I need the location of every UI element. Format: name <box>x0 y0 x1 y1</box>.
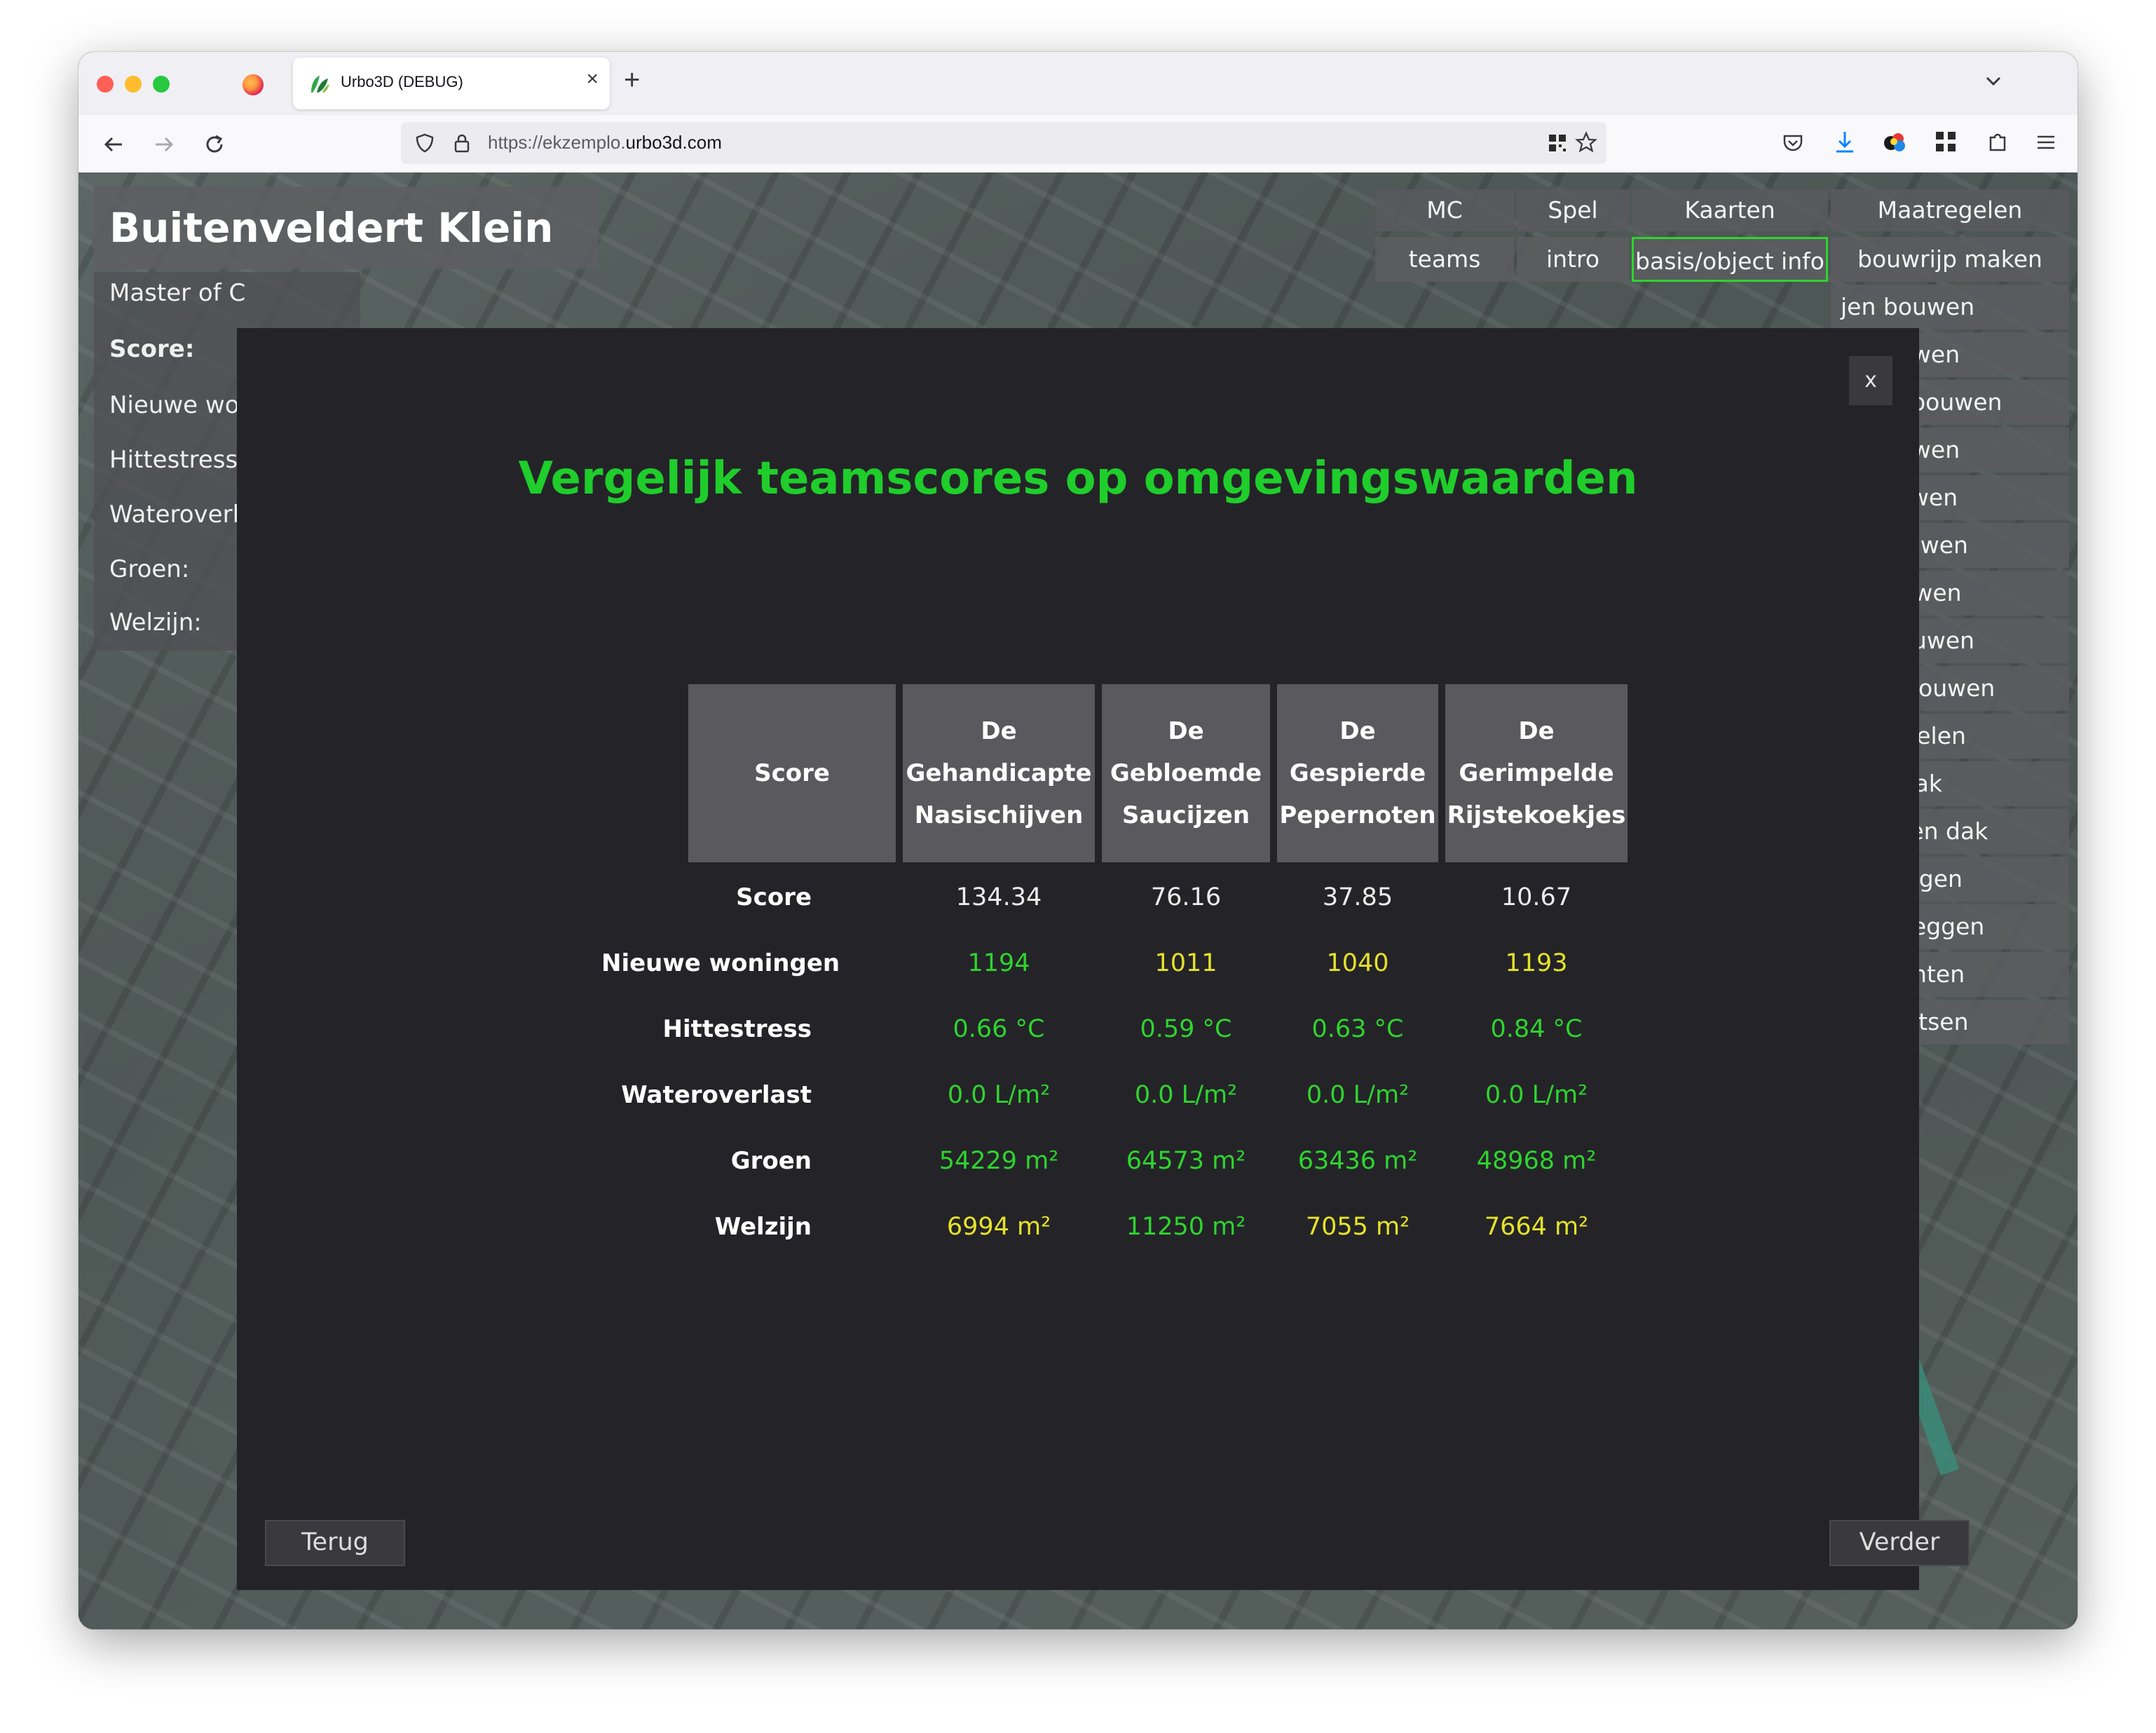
table-cell: 7664 m² <box>1484 1213 1589 1241</box>
table-row-label: Welzijn <box>714 1213 812 1241</box>
menu-item-measure[interactable]: jen bouwen <box>1831 285 2069 329</box>
table-row-label: Groen <box>730 1147 812 1175</box>
bookmark-star-icon[interactable] <box>1574 130 1598 154</box>
close-window-button[interactable] <box>97 76 114 93</box>
menu-item-bouwrijp-maken[interactable]: bouwrijp maken <box>1831 237 2069 282</box>
extensions-puzzle-icon[interactable] <box>1985 129 2010 154</box>
next-button[interactable]: Verder <box>1829 1520 1970 1566</box>
qr-grid-icon[interactable] <box>1546 132 1569 154</box>
table-cell: 11250 m² <box>1126 1213 1246 1241</box>
table-row-label: Score <box>736 883 812 911</box>
lock-icon[interactable] <box>451 132 472 154</box>
menu-item-teams[interactable]: teams <box>1375 237 1514 282</box>
panel-item-groen: Groen: <box>109 555 190 583</box>
table-cell: 1194 <box>967 949 1030 977</box>
chevron-down-icon[interactable] <box>1979 67 2007 95</box>
dialog-title: Vergelijk teamscores op omgevingswaarden <box>518 453 1638 505</box>
table-header-team-3: De Gespierde Pepernoten <box>1277 684 1438 862</box>
master-label: Master of C <box>109 279 246 307</box>
table-cell: 64573 m² <box>1126 1147 1246 1175</box>
apps-grid-icon[interactable] <box>1933 129 1958 154</box>
browser-tab[interactable]: Urbo3D (DEBUG) × <box>293 57 610 109</box>
table-cell: 0.84 °C <box>1490 1015 1583 1043</box>
back-button[interactable]: Terug <box>265 1520 405 1566</box>
table-header-team-4: De Gerimpelde Rijstekoekjes <box>1445 684 1628 862</box>
extension-colors-icon[interactable] <box>1881 129 1909 156</box>
table-header-team-1: De Gehandicapte Nasischijven <box>903 684 1095 862</box>
table-row-label: Wateroverlast <box>621 1081 812 1109</box>
close-dialog-button[interactable]: x <box>1849 356 1892 405</box>
table-cell: 0.63 °C <box>1311 1015 1404 1043</box>
menu-tab-maatregelen[interactable]: Maatregelen <box>1831 189 2069 231</box>
new-tab-button[interactable]: + <box>624 64 640 96</box>
compare-scores-dialog: x Vergelijk teamscores op omgevingswaard… <box>237 328 1970 1590</box>
download-icon[interactable] <box>1832 129 1857 156</box>
reload-icon[interactable] <box>199 129 230 160</box>
url-text[interactable]: https://ekzemplo.urbo3d.com <box>488 132 722 154</box>
panel-item-woningen: Nieuwe won <box>109 391 255 419</box>
urbo-leaf-icon <box>311 76 329 93</box>
zoom-window-button[interactable] <box>153 76 170 93</box>
table-cell: 0.0 L/m² <box>947 1081 1051 1109</box>
table-cell: 0.0 L/m² <box>1485 1081 1588 1109</box>
tab-close-icon[interactable]: × <box>586 67 599 91</box>
table-cell: 6994 m² <box>946 1213 1051 1241</box>
tab-bar: Urbo3D (DEBUG) × + <box>79 52 2077 115</box>
shield-icon[interactable] <box>414 132 436 154</box>
tab-title: Urbo3D (DEBUG) <box>341 73 463 90</box>
menu-item-intro[interactable]: intro <box>1517 237 1629 282</box>
address-bar[interactable]: https://ekzemplo.urbo3d.com <box>401 122 1606 164</box>
table-cell: 7055 m² <box>1305 1213 1410 1241</box>
panel-item-wateroverlast: Wateroverla <box>109 501 254 529</box>
table-cell: 54229 m² <box>939 1147 1059 1175</box>
hamburger-menu-icon[interactable] <box>2034 130 2058 154</box>
panel-item-welzijn: Welzijn: <box>109 609 202 637</box>
firefox-icon[interactable] <box>243 74 264 95</box>
table-cell: 63436 m² <box>1297 1147 1418 1175</box>
pocket-icon[interactable] <box>1780 130 1806 156</box>
table-header-score: Score <box>688 684 896 862</box>
city-title: Buitenveldert Klein <box>94 186 599 269</box>
table-row-label: Hittestress <box>662 1015 812 1043</box>
table-cell: 10.67 <box>1501 883 1572 911</box>
forward-arrow-icon[interactable] <box>149 129 179 160</box>
menu-tab-kaarten[interactable]: Kaarten <box>1632 189 1828 231</box>
navigation-bar: https://ekzemplo.urbo3d.com <box>79 115 2077 173</box>
table-cell: 134.34 <box>955 883 1042 911</box>
table-cell: 0.0 L/m² <box>1134 1081 1238 1109</box>
table-row-label: Nieuwe woningen <box>601 949 840 977</box>
browser-window: Urbo3D (DEBUG) × + https://ekzemplo.urbo… <box>79 52 2077 1629</box>
table-cell: 0.0 L/m² <box>1306 1081 1410 1109</box>
panel-item-hittestress: Hittestress: <box>109 446 246 474</box>
menu-item-basis-object-info[interactable]: basis/object info <box>1632 237 1828 282</box>
table-cell: 0.59 °C <box>1140 1015 1232 1043</box>
table-cell: 1011 <box>1154 949 1217 977</box>
minimize-window-button[interactable] <box>125 76 142 93</box>
game-viewport[interactable]: Buitenveldert Klein Master of C Score: N… <box>79 172 2077 1629</box>
score-label: Score: <box>109 335 195 363</box>
menu-tab-mc[interactable]: MC <box>1375 189 1514 231</box>
table-cell: 0.66 °C <box>953 1015 1045 1043</box>
table-cell: 76.16 <box>1150 883 1222 911</box>
table-cell: 37.85 <box>1322 883 1393 911</box>
table-header-team-2: De Gebloemde Saucijzen <box>1102 684 1270 862</box>
table-cell: 48968 m² <box>1476 1147 1597 1175</box>
table-cell: 1193 <box>1505 949 1568 977</box>
table-cell: 1040 <box>1326 949 1389 977</box>
menu-tab-spel[interactable]: Spel <box>1517 189 1629 231</box>
back-arrow-icon[interactable] <box>98 129 129 160</box>
